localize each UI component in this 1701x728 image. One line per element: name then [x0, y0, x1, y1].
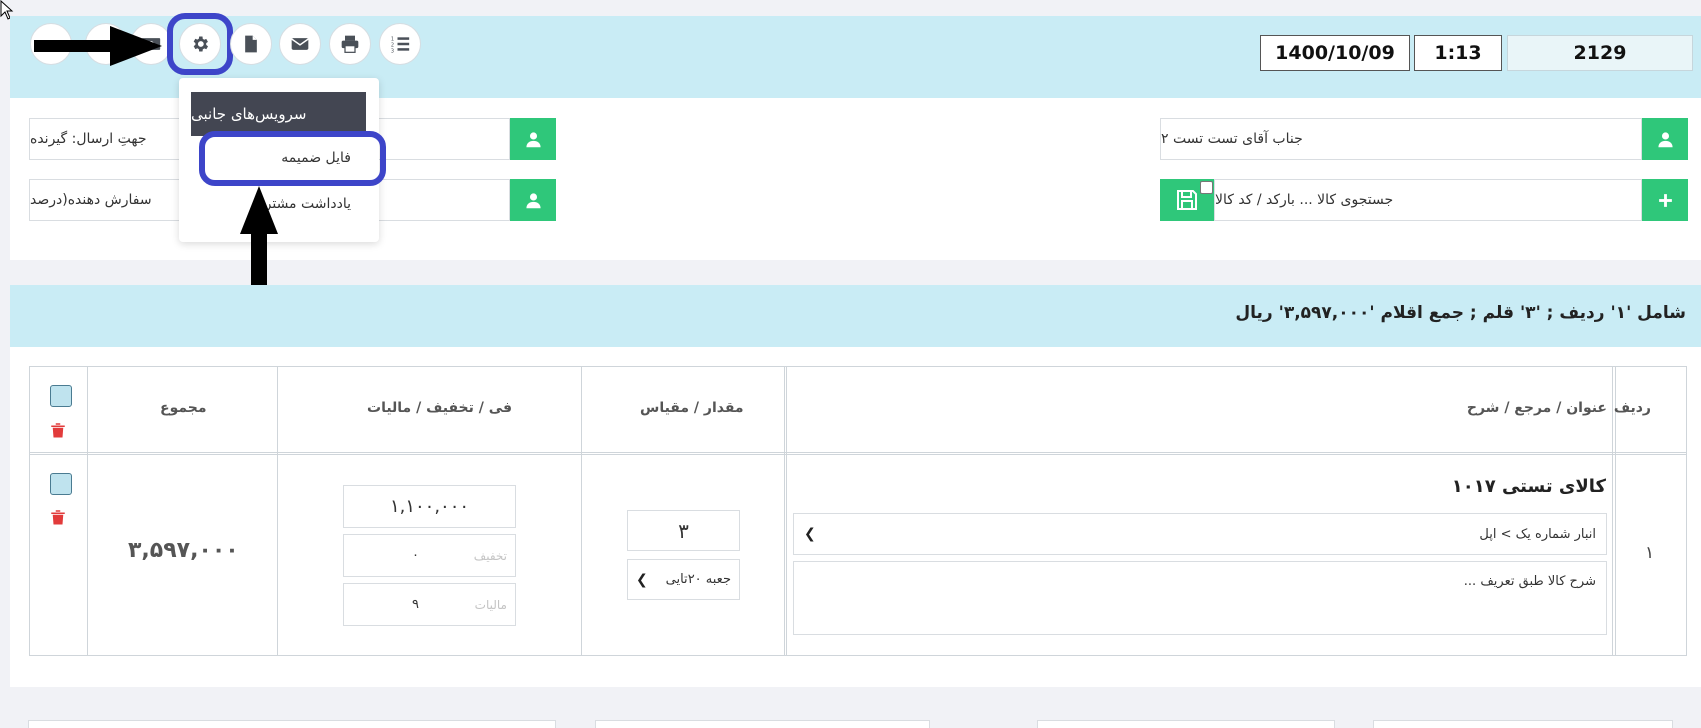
customer-field[interactable]: جناب آقای تست تست ۲: [1160, 118, 1642, 160]
svg-text:3: 3: [391, 48, 394, 54]
bottom-field-1: [28, 720, 556, 728]
description-textarea[interactable]: شرح کالا طبق تعریف ...: [793, 561, 1607, 635]
plus-icon: [1658, 193, 1672, 207]
tax-value: ۹: [412, 597, 419, 612]
list-numbered-icon: 123: [391, 37, 410, 54]
header-price: فی / تخفیف / مالیات: [367, 400, 513, 416]
add-product-button[interactable]: [1642, 179, 1688, 221]
unit-value: جعبه ۲۰تایی: [665, 572, 731, 587]
discount-input[interactable]: تخفیف ۰: [343, 534, 516, 577]
delete-all-button[interactable]: [49, 421, 67, 443]
delete-row-button[interactable]: [49, 508, 67, 530]
warehouse-select[interactable]: انبار شماره یک > اپل ❯: [793, 513, 1607, 555]
time-display: 1:13: [1414, 35, 1502, 71]
header-quantity: مقدار / مقیاس: [640, 400, 744, 416]
header-total: مجموع: [160, 400, 207, 416]
col-divider: [87, 366, 88, 656]
chevron-down-icon: ❯: [804, 526, 816, 542]
right-arrow-icon: [34, 26, 162, 66]
invoice-code-display: 2129: [1507, 35, 1693, 71]
summary-band: شامل '۱' ردیف ; '۳' قلم ; جمع اقلام '۳,۵…: [10, 285, 1701, 347]
print-icon: [341, 35, 359, 53]
print-button[interactable]: [329, 23, 371, 65]
col-divider: [581, 366, 582, 656]
attachment-highlight-ring: [199, 131, 386, 186]
floppy-disk-icon: [1177, 190, 1197, 210]
summary-text: شامل '۱' ردیف ; '۳' قلم ; جمع اقلام '۳,۵…: [1235, 303, 1686, 323]
date-display: 1400/10/09: [1260, 35, 1410, 71]
settings-highlight-ring: [167, 13, 233, 75]
row-checkbox[interactable]: [50, 473, 72, 495]
header-title: عنوان / مرجع / شرح: [1466, 400, 1607, 416]
product-title: کالای تستی ۱۰۱۷: [1451, 476, 1606, 497]
user-icon: [525, 192, 541, 208]
select-receiver-button[interactable]: [510, 118, 556, 160]
email-button[interactable]: [279, 23, 321, 65]
bottom-field-4: [1373, 720, 1673, 728]
select-orderer-button[interactable]: [510, 179, 556, 221]
bottom-field-2: [595, 720, 930, 728]
header-divider: [29, 454, 1687, 455]
description-value: شرح کالا طبق تعریف ...: [1463, 574, 1596, 589]
header-row-number: ردیف: [1613, 400, 1651, 416]
file-icon: [245, 35, 257, 53]
unit-select[interactable]: جعبه ۲۰تایی ❯: [627, 559, 740, 600]
user-icon: [525, 131, 541, 147]
warehouse-value: انبار شماره یک > اپل: [1479, 526, 1596, 542]
up-arrow-icon: [240, 186, 278, 288]
row-total: ۳,۵۹۷,۰۰۰: [128, 538, 239, 563]
price-input[interactable]: ۱,۱۰۰,۰۰۰: [343, 485, 516, 528]
document-button[interactable]: [230, 23, 272, 65]
tax-label: مالیات: [474, 597, 507, 612]
trash-icon: [51, 510, 65, 525]
header-divider: [29, 452, 1687, 453]
dropdown-header[interactable]: سرویس‌های جانبی: [191, 92, 366, 136]
select-all-checkbox[interactable]: [50, 385, 72, 407]
product-search-input[interactable]: جستجوی کالا ... بارکد / کد کالا: [1214, 179, 1642, 221]
numbered-list-button[interactable]: 123: [379, 23, 421, 65]
chevron-down-icon: ❯: [636, 571, 648, 588]
bottom-field-3: [1037, 720, 1335, 728]
discount-value: ۰: [412, 548, 419, 563]
col-divider: [784, 366, 785, 656]
trash-icon: [51, 423, 65, 438]
discount-label: تخفیف: [473, 548, 507, 563]
row-number: ۱: [1645, 543, 1655, 563]
col-divider: [786, 366, 787, 656]
envelope-icon: [291, 38, 309, 50]
save-checkbox[interactable]: [1200, 181, 1213, 194]
col-divider: [277, 366, 278, 656]
select-customer-button[interactable]: [1642, 118, 1688, 160]
user-icon: [1657, 131, 1673, 147]
tax-input[interactable]: مالیات ۹: [343, 583, 516, 626]
quantity-input[interactable]: ۳: [627, 510, 740, 551]
